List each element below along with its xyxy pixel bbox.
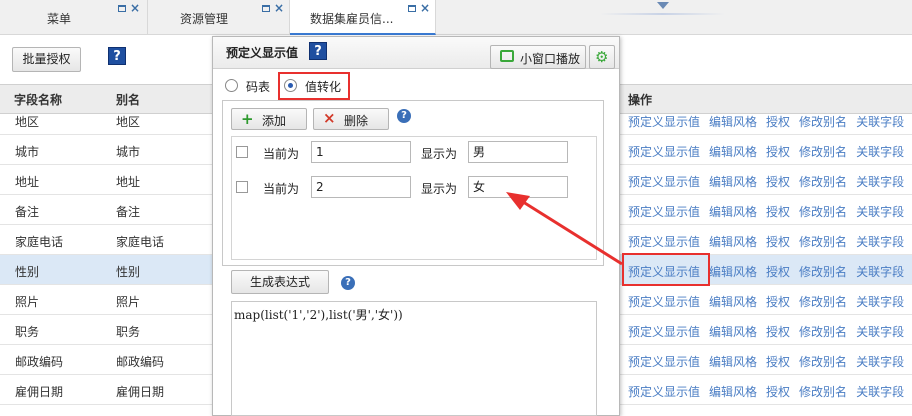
arrow-line: [519, 198, 623, 266]
arrow-head-icon: [506, 192, 530, 210]
annotation-arrow: [506, 192, 623, 266]
